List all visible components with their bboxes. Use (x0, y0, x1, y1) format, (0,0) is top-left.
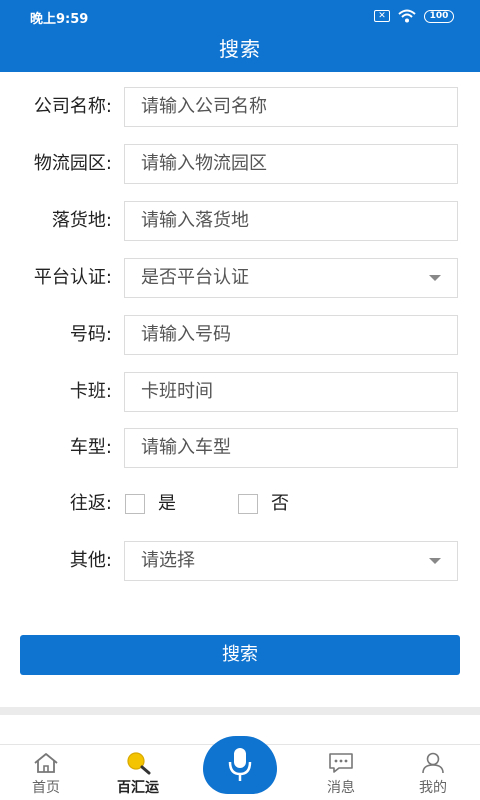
schedule-row: 卡班: 卡班时间 (0, 372, 480, 412)
round-trip-row: 往返: 是 否 (0, 484, 480, 524)
round-trip-no-label[interactable]: 否 (271, 484, 289, 524)
dropdown-arrow-icon (429, 275, 441, 281)
other-select[interactable]: 请选择 (124, 541, 458, 581)
nav-item-messages[interactable]: 消息 (301, 745, 381, 800)
status-bar: 晚上9:59 ✕ 100 (0, 0, 480, 32)
nav-item-mine[interactable]: 我的 (393, 745, 473, 800)
platform-label: 平台认证: (33, 267, 112, 288)
company-row: 公司名称: 请输入公司名称 (0, 87, 480, 127)
user-icon (422, 752, 444, 774)
app-header: 晚上9:59 ✕ 100 搜索 (0, 0, 480, 72)
number-input[interactable]: 请输入号码 (124, 315, 458, 355)
battery-icon: 100 (424, 9, 454, 23)
microphone-icon (228, 748, 252, 781)
schedule-label: 卡班: (69, 381, 112, 402)
vehicle-label: 车型: (69, 437, 112, 458)
company-input[interactable]: 请输入公司名称 (124, 87, 458, 127)
other-row: 其他: 请选择 (0, 541, 480, 581)
destination-row: 落货地: 请输入落货地 (0, 201, 480, 241)
destination-input[interactable]: 请输入落货地 (124, 201, 458, 241)
wifi-icon (398, 9, 416, 23)
park-placeholder: 请输入物流园区 (141, 153, 267, 174)
home-icon (34, 753, 58, 773)
company-label: 公司名称: (33, 96, 112, 117)
other-label: 其他: (69, 550, 112, 571)
nav-label-messages: 消息 (327, 780, 355, 796)
dropdown-arrow-icon (429, 558, 441, 564)
round-trip-label: 往返: (69, 493, 112, 514)
magnifier-icon (127, 752, 151, 775)
vehicle-row: 车型: 请输入车型 (0, 428, 480, 468)
round-trip-no-checkbox[interactable] (238, 494, 258, 514)
search-button[interactable]: 搜索 (20, 635, 460, 675)
destination-label: 落货地: (51, 210, 112, 231)
vehicle-input[interactable]: 请输入车型 (124, 428, 458, 468)
platform-selected-value: 是否平台认证 (141, 267, 249, 288)
voice-search-button[interactable] (203, 736, 277, 794)
page-title: 搜索 (219, 37, 261, 61)
section-divider (0, 707, 480, 715)
nav-label-baihuiyun: 百汇运 (117, 780, 159, 796)
round-trip-yes-label[interactable]: 是 (158, 484, 176, 524)
status-time: 晚上9:59 (30, 12, 89, 27)
platform-select[interactable]: 是否平台认证 (124, 258, 458, 298)
park-row: 物流园区: 请输入物流园区 (0, 144, 480, 184)
number-label: 号码: (69, 324, 112, 345)
nav-label-mine: 我的 (419, 780, 447, 796)
number-row: 号码: 请输入号码 (0, 315, 480, 355)
round-trip-yes-checkbox[interactable] (125, 494, 145, 514)
schedule-input[interactable]: 卡班时间 (124, 372, 458, 412)
chat-icon (329, 753, 353, 773)
park-input[interactable]: 请输入物流园区 (124, 144, 458, 184)
nav-item-baihuiyun[interactable]: 百汇运 (98, 745, 178, 800)
number-placeholder: 请输入号码 (141, 324, 231, 345)
vehicle-placeholder: 请输入车型 (141, 437, 231, 458)
other-selected-value: 请选择 (141, 550, 195, 571)
destination-placeholder: 请输入落货地 (141, 210, 249, 231)
platform-row: 平台认证: 是否平台认证 (0, 258, 480, 298)
company-placeholder: 请输入公司名称 (141, 96, 267, 117)
nav-item-home[interactable]: 首页 (6, 745, 86, 800)
park-label: 物流园区: (33, 153, 112, 174)
schedule-placeholder: 卡班时间 (141, 381, 213, 402)
status-icons: ✕ 100 (374, 8, 454, 24)
nav-label-home: 首页 (32, 780, 60, 796)
sim-status-icon: ✕ (374, 10, 390, 22)
